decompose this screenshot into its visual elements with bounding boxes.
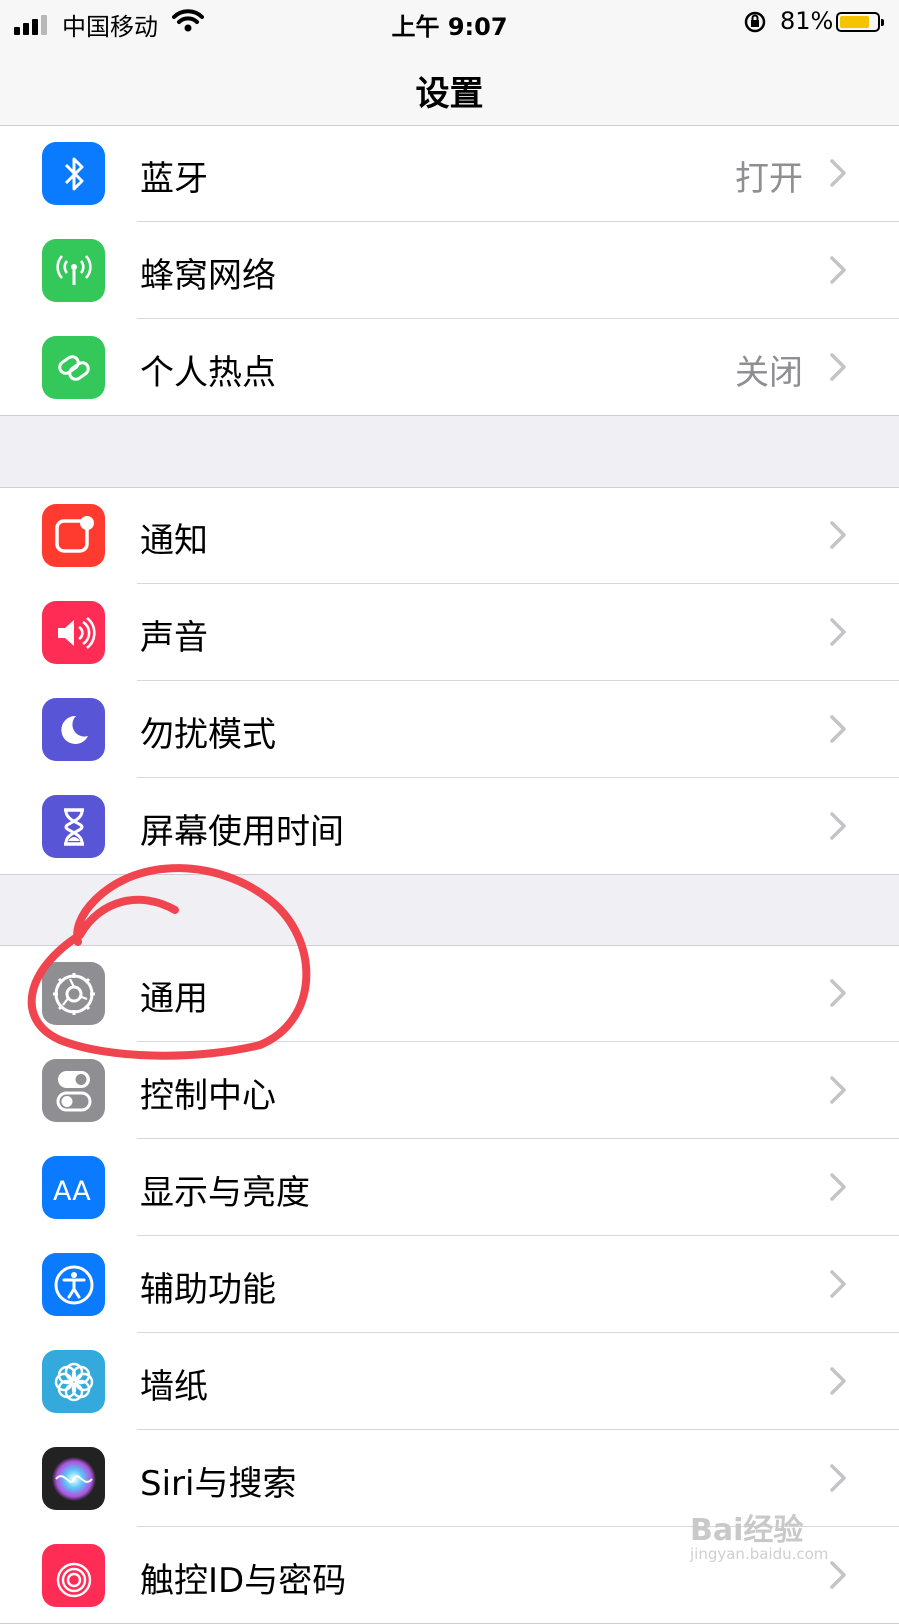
settings-row-notifications[interactable]: 通知 bbox=[0, 487, 899, 584]
chevron-right-icon bbox=[830, 1464, 846, 1492]
row-label: 蓝牙 bbox=[140, 159, 208, 199]
chevron-right-icon bbox=[830, 1173, 846, 1201]
chevron-right-icon bbox=[830, 353, 846, 381]
row-label: 墙纸 bbox=[140, 1367, 208, 1407]
chevron-right-icon bbox=[830, 1076, 846, 1104]
gear-icon bbox=[42, 962, 105, 1025]
status-bar: 中国移动 上午 9:07 81% bbox=[0, 0, 899, 46]
settings-group-connectivity: 蓝牙 打开蜂窝网络个人热点 关闭 bbox=[0, 125, 899, 416]
row-label: Siri与搜索 bbox=[140, 1464, 297, 1504]
watermark-logo: Bai经验 bbox=[690, 1513, 804, 1548]
chevron-right-icon bbox=[830, 618, 846, 646]
row-label: 通用 bbox=[140, 979, 208, 1019]
settings-row-display[interactable]: AA 显示与亮度 bbox=[0, 1139, 899, 1236]
page-title: 设置 bbox=[415, 74, 484, 114]
chevron-right-icon bbox=[830, 1561, 846, 1589]
chevron-right-icon bbox=[830, 1367, 846, 1395]
row-value: 打开 bbox=[735, 159, 803, 199]
svg-text:AA: AA bbox=[53, 1176, 91, 1205]
settings-group-notifications: 通知声音勿扰模式屏幕使用时间 bbox=[0, 487, 899, 875]
row-label: 显示与亮度 bbox=[140, 1173, 310, 1213]
row-label: 通知 bbox=[140, 521, 208, 561]
chevron-right-icon bbox=[830, 1270, 846, 1298]
chevron-right-icon bbox=[830, 979, 846, 1007]
settings-row-wallpaper[interactable]: 墙纸 bbox=[0, 1333, 899, 1430]
chevron-right-icon bbox=[830, 521, 846, 549]
siri-icon bbox=[42, 1447, 105, 1510]
chevron-right-icon bbox=[830, 159, 846, 187]
settings-row-bluetooth[interactable]: 蓝牙 打开 bbox=[0, 125, 899, 222]
hourglass-icon bbox=[42, 795, 105, 858]
row-label: 辅助功能 bbox=[140, 1270, 276, 1310]
row-value: 关闭 bbox=[735, 353, 803, 393]
row-label: 声音 bbox=[140, 618, 208, 658]
row-label: 勿扰模式 bbox=[140, 715, 276, 755]
settings-row-sound[interactable]: 声音 bbox=[0, 584, 899, 681]
settings-row-hourglass[interactable]: 屏幕使用时间 bbox=[0, 778, 899, 875]
wallpaper-icon bbox=[42, 1350, 105, 1413]
row-label: 个人热点 bbox=[140, 353, 276, 393]
settings-row-toggles[interactable]: 控制中心 bbox=[0, 1042, 899, 1139]
battery-percent: 81% bbox=[780, 7, 834, 35]
row-label: 屏幕使用时间 bbox=[140, 812, 344, 852]
chevron-right-icon bbox=[830, 812, 846, 840]
chevron-right-icon bbox=[830, 715, 846, 743]
row-label: 蜂窝网络 bbox=[140, 256, 276, 296]
hotspot-icon bbox=[42, 336, 105, 399]
row-label: 触控ID与密码 bbox=[140, 1561, 347, 1601]
settings-row-gear[interactable]: 通用 bbox=[0, 945, 899, 1042]
battery-icon bbox=[836, 12, 884, 32]
cellular-icon bbox=[42, 239, 105, 302]
notifications-icon bbox=[42, 504, 105, 567]
toggles-icon bbox=[42, 1059, 105, 1122]
accessibility-icon bbox=[42, 1253, 105, 1316]
rotation-lock-icon bbox=[744, 11, 766, 33]
settings-row-accessibility[interactable]: 辅助功能 bbox=[0, 1236, 899, 1333]
moon-icon bbox=[42, 698, 105, 761]
chevron-right-icon bbox=[830, 256, 846, 284]
settings-row-moon[interactable]: 勿扰模式 bbox=[0, 681, 899, 778]
fingerprint-icon bbox=[42, 1544, 105, 1607]
sound-icon bbox=[42, 601, 105, 664]
display-icon: AA bbox=[42, 1156, 105, 1219]
navigation-bar: 中国移动 上午 9:07 81% 设置 bbox=[0, 0, 899, 140]
bluetooth-icon bbox=[42, 142, 105, 205]
row-label: 控制中心 bbox=[140, 1076, 276, 1116]
watermark-url: jingyan.baidu.com bbox=[690, 1545, 829, 1563]
settings-row-cellular[interactable]: 蜂窝网络 bbox=[0, 222, 899, 319]
settings-row-hotspot[interactable]: 个人热点 关闭 bbox=[0, 319, 899, 416]
